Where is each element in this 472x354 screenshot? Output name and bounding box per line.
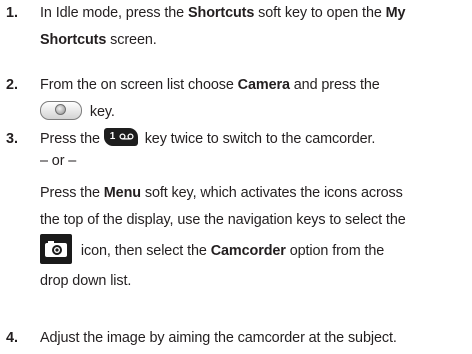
step-2: 2. From the on screen list choose Camera… [0, 72, 472, 126]
camera-glyph [45, 241, 67, 257]
step-1: 1. In Idle mode, press the Shortcuts sof… [0, 0, 472, 54]
step-number: 4. [6, 330, 19, 346]
voicemail-icon [119, 133, 134, 140]
ok-key-center [55, 104, 66, 116]
step-number: 1. [6, 5, 19, 21]
step-text: Press the 1 key twice to switch to the c… [40, 126, 468, 295]
step-3: 3. Press the 1 key twice to switch to th… [0, 126, 472, 295]
my-shortcuts-label: My [385, 5, 406, 21]
step-number: 2. [6, 77, 19, 93]
step-number: 3. [6, 131, 19, 147]
one-voicemail-key-icon: 1 [103, 128, 138, 147]
step-text: From the on screen list choose Camera an… [40, 77, 380, 121]
shortcuts-softkey-label: Shortcuts [188, 5, 255, 21]
camcorder-label: Camcorder [210, 242, 286, 259]
my-shortcuts-label-cont: Shortcuts [40, 32, 107, 48]
ok-key-icon [40, 101, 82, 121]
camera-icon [40, 234, 72, 264]
camera-label: Camera [237, 77, 290, 93]
menu-softkey-label: Menu [103, 185, 141, 201]
step-4: 4. Adjust the image by aiming the camcor… [0, 325, 472, 352]
step-text: Adjust the image by aiming the camcorder… [40, 330, 397, 346]
step-text: In Idle mode, press the Shortcuts soft k… [40, 5, 406, 48]
